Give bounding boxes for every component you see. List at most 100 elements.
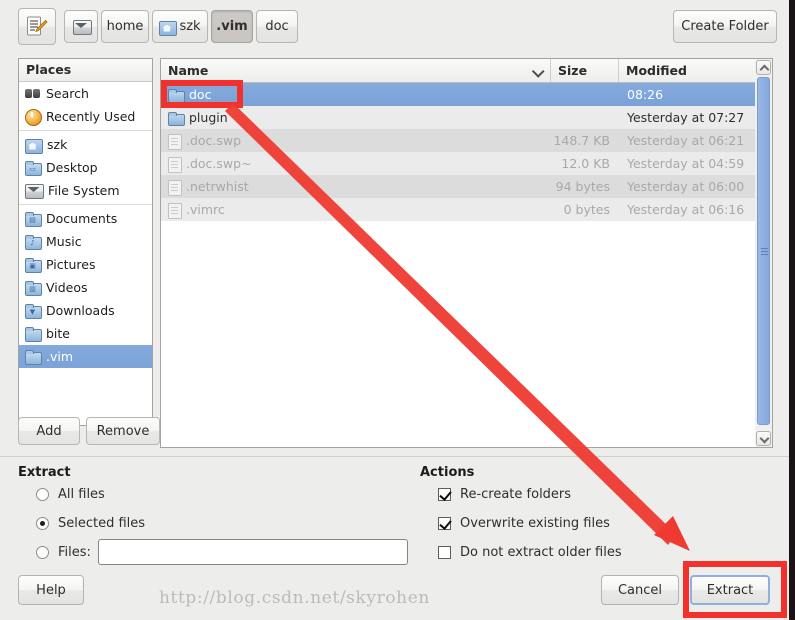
file-list-scrollbar[interactable] bbox=[755, 58, 773, 448]
cell-modified: 08:26 bbox=[627, 87, 664, 102]
checkbox-do-not-extract-older-files[interactable]: Do not extract older files bbox=[438, 545, 622, 560]
table-row[interactable]: .doc.swp~ 12.0 KB Yesterday at 04:59 bbox=[161, 152, 772, 175]
sidebar-item-label: Desktop bbox=[46, 160, 98, 175]
breadcrumb-dotvim[interactable]: .vim bbox=[211, 10, 253, 43]
column-header-size[interactable]: Size bbox=[551, 59, 619, 82]
breadcrumb-doc[interactable]: doc bbox=[256, 10, 298, 43]
table-row[interactable]: plugin Yesterday at 07:27 bbox=[161, 106, 772, 129]
sidebar-item-label: Pictures bbox=[46, 257, 96, 272]
remove-place-button[interactable]: Remove bbox=[86, 417, 160, 445]
watermark-text: http://blog.csdn.net/skyrohen bbox=[159, 588, 430, 608]
create-folder-button[interactable]: Create Folder bbox=[673, 10, 777, 43]
sidebar-item-szk[interactable]: szk bbox=[19, 133, 152, 156]
home-icon bbox=[159, 20, 178, 36]
table-row[interactable]: .netrwhist 94 bytes Yesterday at 06:00 bbox=[161, 175, 772, 198]
table-row[interactable]: .vimrc 0 bytes Yesterday at 06:16 bbox=[161, 198, 772, 221]
folder-glyph-icon: ▼ bbox=[29, 308, 36, 316]
sidebar-item-search[interactable]: Search bbox=[19, 82, 152, 105]
radio-label: All files bbox=[58, 487, 105, 502]
scrollbar-thumb[interactable] bbox=[757, 77, 770, 425]
cell-name: plugin bbox=[161, 110, 551, 126]
document-pencil-icon bbox=[26, 15, 48, 39]
sidebar-item-bite[interactable]: bite bbox=[19, 322, 152, 345]
column-header-name[interactable]: Name bbox=[161, 59, 551, 82]
sidebar-item-label: Downloads bbox=[46, 303, 115, 318]
column-label: Modified bbox=[626, 63, 687, 78]
folder-glyph-icon: ♪ bbox=[30, 239, 35, 247]
sidebar-item-pictures[interactable]: ▣ Pictures bbox=[19, 253, 152, 276]
file-list-header: Name Size Modified bbox=[161, 59, 772, 83]
cell-name: .vimrc bbox=[161, 202, 551, 219]
checkbox-indicator bbox=[438, 488, 451, 501]
cell-name: doc bbox=[161, 87, 551, 103]
checkbox-overwrite-existing-files[interactable]: Overwrite existing files bbox=[438, 516, 610, 531]
file-name-label: .vimrc bbox=[186, 202, 225, 217]
breadcrumb-szk[interactable]: szk bbox=[152, 10, 208, 43]
radio-label: Files: bbox=[58, 545, 91, 560]
sidebar-item-documents[interactable]: ▤ Documents bbox=[19, 207, 152, 230]
sidebar-item-desktop[interactable]: ▭ Desktop bbox=[19, 156, 152, 179]
drive-icon bbox=[72, 20, 92, 35]
column-header-modified[interactable]: Modified bbox=[619, 59, 772, 82]
search-icon bbox=[25, 87, 40, 100]
cell-name: .doc.swp bbox=[161, 133, 551, 150]
column-label: Name bbox=[168, 63, 209, 78]
file-name-label: .doc.swp bbox=[186, 133, 242, 148]
folder-glyph-icon: ▭ bbox=[29, 165, 36, 173]
checkbox-re-create-folders[interactable]: Re-create folders bbox=[438, 487, 571, 502]
sidebar-item-music[interactable]: ♪ Music bbox=[19, 230, 152, 253]
breadcrumb-label: doc bbox=[265, 19, 289, 34]
cell-modified: Yesterday at 07:27 bbox=[627, 110, 745, 125]
desktop-folder-icon: ▭ bbox=[25, 161, 42, 176]
column-label: Size bbox=[558, 63, 588, 78]
cell-modified: Yesterday at 06:00 bbox=[627, 179, 745, 194]
sidebar-item-label: bite bbox=[46, 326, 70, 341]
places-sidebar: Places Search Recently Used szk ▭ Desktop Fil… bbox=[18, 58, 153, 426]
help-label: Help bbox=[36, 582, 66, 598]
radio-selected-files[interactable]: Selected files bbox=[36, 516, 145, 531]
type-a-file-name-button[interactable] bbox=[18, 8, 56, 45]
breadcrumb-filesystem[interactable] bbox=[64, 10, 98, 43]
breadcrumb-home[interactable]: home bbox=[101, 10, 149, 43]
scroll-down-icon[interactable] bbox=[756, 431, 771, 446]
scroll-up-icon[interactable] bbox=[756, 60, 771, 75]
folder-icon bbox=[168, 111, 185, 126]
radio-indicator bbox=[36, 546, 49, 559]
extract-label: Extract bbox=[706, 582, 754, 598]
places-header: Places bbox=[19, 59, 152, 82]
sidebar-item-recently-used[interactable]: Recently Used bbox=[19, 105, 152, 128]
cell-name: .doc.swp~ bbox=[161, 156, 551, 173]
breadcrumb-label: home bbox=[106, 19, 144, 34]
sidebar-item-downloads[interactable]: ▼ Downloads bbox=[19, 299, 152, 322]
drive-icon bbox=[25, 184, 44, 199]
create-folder-label: Create Folder bbox=[681, 19, 769, 34]
sidebar-item-file-system[interactable]: File System bbox=[19, 179, 152, 202]
file-list: Name Size Modified doc 08:26 plugin Yesterd… bbox=[160, 58, 773, 448]
file-list-empty-area bbox=[161, 221, 772, 447]
help-button[interactable]: Help bbox=[18, 575, 84, 605]
downloads-folder-icon: ▼ bbox=[25, 304, 42, 319]
file-list-rows: doc 08:26 plugin Yesterday at 07:27 .doc.swp… bbox=[161, 83, 772, 221]
radio-all-files[interactable]: All files bbox=[36, 487, 105, 502]
home-folder-icon bbox=[25, 138, 43, 154]
table-row[interactable]: .doc.swp 148.7 KB Yesterday at 06:21 bbox=[161, 129, 772, 152]
sidebar-item-label: Videos bbox=[46, 280, 88, 295]
add-place-button[interactable]: Add bbox=[18, 417, 80, 445]
sidebar-item-vim[interactable]: .vim bbox=[19, 345, 152, 368]
cell-modified: Yesterday at 06:16 bbox=[627, 202, 745, 217]
checkbox-indicator bbox=[438, 546, 451, 559]
cancel-button[interactable]: Cancel bbox=[601, 575, 679, 605]
cell-size: 148.7 KB bbox=[553, 133, 610, 148]
actions-group-title: Actions bbox=[420, 465, 475, 480]
sidebar-item-videos[interactable]: ▥ Videos bbox=[19, 276, 152, 299]
file-name-label: .doc.swp~ bbox=[186, 156, 252, 171]
folder-icon bbox=[168, 88, 185, 103]
table-row[interactable]: doc 08:26 bbox=[161, 83, 772, 106]
sidebar-item-label: Music bbox=[46, 234, 82, 249]
recent-icon bbox=[25, 109, 42, 126]
file-name-label: plugin bbox=[189, 110, 228, 125]
radio-files[interactable]: Files: bbox=[36, 545, 91, 560]
extract-button[interactable]: Extract bbox=[690, 575, 770, 605]
files-input[interactable] bbox=[98, 539, 408, 565]
documents-folder-icon: ▤ bbox=[25, 212, 42, 227]
